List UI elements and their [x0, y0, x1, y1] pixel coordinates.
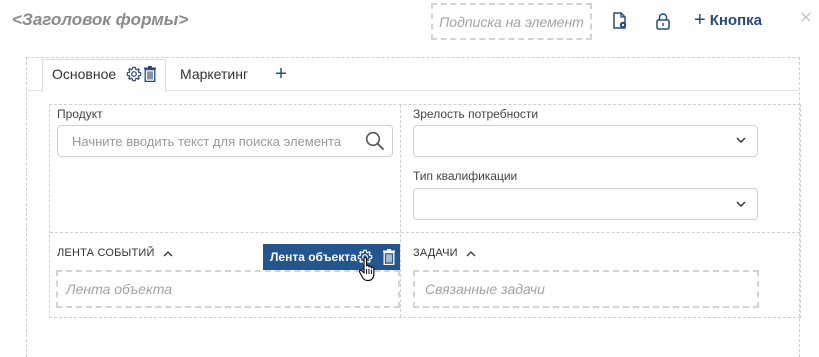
- product-search-input[interactable]: Начните вводить текст для поиска элемент…: [57, 125, 393, 157]
- document-settings-icon[interactable]: [611, 11, 629, 31]
- column-divider: [400, 105, 401, 317]
- lock-icon[interactable]: [654, 10, 672, 32]
- tasks-section-title[interactable]: ЗАДАЧИ: [413, 245, 476, 261]
- plus-icon: +: [694, 9, 706, 31]
- trash-icon: [143, 66, 156, 82]
- event-feed-section-title[interactable]: ЛЕНТА СОБЫТИЙ: [57, 245, 173, 261]
- chevron-up-icon: [163, 250, 173, 256]
- event-feed-placeholder-label: Лента объекта: [66, 281, 173, 297]
- close-icon[interactable]: ✕: [797, 9, 815, 29]
- chevron-up-icon: [466, 250, 476, 256]
- chevron-down-icon-svg: [736, 201, 746, 207]
- lock-icon-svg: [656, 13, 670, 30]
- qualification-type-select[interactable]: [413, 188, 758, 220]
- add-button[interactable]: + Кнопка: [694, 10, 762, 30]
- document-settings-icon-svg: [613, 12, 627, 29]
- subscribe-placeholder[interactable]: Подписка на элемент: [431, 3, 592, 40]
- subscribe-placeholder-label: Подписка на элемент: [439, 13, 584, 30]
- chevron-down-icon[interactable]: [734, 133, 748, 147]
- event-feed-title-label: ЛЕНТА СОБЫТИЙ: [57, 247, 155, 259]
- trash-icon: [382, 249, 395, 265]
- row-divider: [50, 232, 800, 233]
- tab-main-gear-icon[interactable]: [125, 65, 142, 83]
- tasks-placeholder-label: Связанные задачи: [425, 281, 545, 297]
- search-icon-svg: [365, 131, 384, 150]
- form-title[interactable]: <Заголовок формы>: [12, 10, 188, 30]
- product-search-placeholder: Начните вводить текст для поиска элемент…: [72, 133, 342, 149]
- object-feed-toolbar-label: Лента объекта: [270, 250, 357, 264]
- need-maturity-select[interactable]: [413, 125, 758, 157]
- chevron-down-icon[interactable]: [734, 197, 748, 211]
- hand-cursor-icon: [358, 256, 380, 284]
- product-label: Продукт: [57, 107, 103, 121]
- chevron-down-icon-svg: [736, 137, 746, 143]
- tab-main-label: Основное: [52, 66, 117, 82]
- search-icon[interactable]: [364, 130, 386, 152]
- event-feed-placeholder[interactable]: Лента объекта: [56, 270, 400, 308]
- tasks-title-label: ЗАДАЧИ: [413, 247, 458, 259]
- gear-icon: [126, 66, 141, 82]
- tab-marketing[interactable]: Маркетинг: [180, 66, 248, 82]
- add-tab-icon[interactable]: +: [272, 61, 290, 87]
- qualification-type-label: Тип квалификации: [413, 169, 518, 183]
- tasks-placeholder[interactable]: Связанные задачи: [413, 270, 759, 308]
- hand-cursor-icon-svg: [358, 256, 375, 282]
- tab-main-trash-icon[interactable]: [142, 65, 157, 83]
- toolbar-trash-icon[interactable]: [381, 248, 396, 266]
- add-button-label: Кнопка: [709, 11, 762, 29]
- need-maturity-label: Зрелость потребности: [413, 107, 539, 121]
